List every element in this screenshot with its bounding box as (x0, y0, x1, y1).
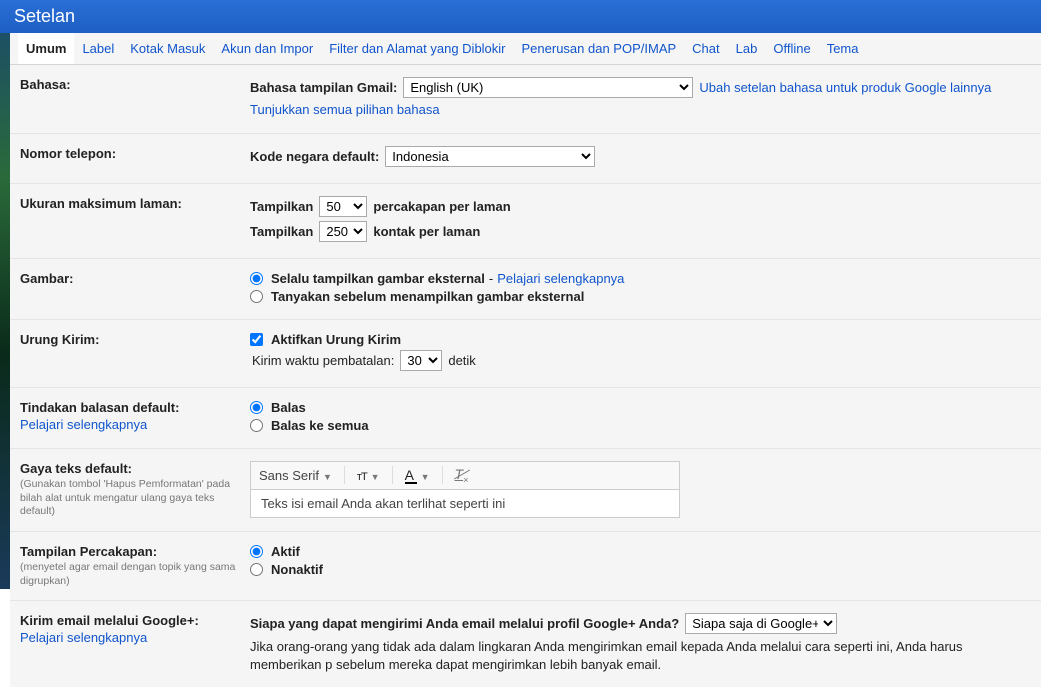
reply-all-radio[interactable] (250, 419, 263, 432)
undo-cancel-label: Kirim waktu pembatalan: (252, 353, 394, 368)
row-phone: Nomor telepon: Kode negara default: Indo… (10, 134, 1041, 184)
phone-country-select[interactable]: Indonesia (385, 146, 595, 167)
label-undo-send: Urung Kirim: (20, 332, 250, 375)
conversations-per-page-select[interactable]: 50 (319, 196, 367, 217)
row-undo-send: Urung Kirim: Aktifkan Urung Kirim Kirim … (10, 320, 1041, 388)
page-title: Setelan (14, 6, 75, 26)
tab-akun-dan-impor[interactable]: Akun dan Impor (213, 33, 321, 64)
label-page-size: Ukuran maksimum laman: (20, 196, 250, 246)
row-language: Bahasa: Bahasa tampilan Gmail: English (… (10, 65, 1041, 134)
background-strip (0, 0, 10, 589)
conversation-sub: (menyetel agar email dengan topik yang s… (20, 561, 240, 588)
row-google-plus: Kirim email melalui Google+: Pelajari se… (10, 601, 1041, 686)
undo-enable-label: Aktifkan Urung Kirim (271, 332, 401, 347)
text-style-preview: Teks isi email Anda akan terlihat sepert… (250, 490, 680, 518)
chevron-down-icon: ▼ (371, 472, 380, 482)
page-size-suffix2: kontak per laman (373, 224, 480, 239)
label-images: Gambar: (20, 271, 250, 307)
reply-radio[interactable] (250, 401, 263, 414)
font-size-button[interactable]: тT ▼ (357, 468, 380, 483)
images-learn-link[interactable]: Pelajari selengkapnya (497, 271, 624, 286)
row-conversation-view: Tampilan Percakapan: (menyetel agar emai… (10, 532, 1041, 601)
settings-tabs: UmumLabelKotak MasukAkun dan ImporFilter… (10, 33, 1041, 65)
tab-offline[interactable]: Offline (765, 33, 818, 64)
gplus-question: Siapa yang dapat mengirimi Anda email me… (250, 616, 679, 631)
tab-umum[interactable]: Umum (18, 33, 74, 64)
reply-learn-link[interactable]: Pelajari selengkapnya (20, 417, 240, 432)
page-size-suffix1: percakapan per laman (373, 199, 510, 214)
settings-body: Bahasa: Bahasa tampilan Gmail: English (… (10, 65, 1041, 687)
images-always-label: Selalu tampilkan gambar eksternal (271, 271, 485, 286)
language-show-all-link[interactable]: Tunjukkan semua pilihan bahasa (250, 102, 440, 117)
images-ask-radio[interactable] (250, 290, 263, 303)
images-always-radio[interactable] (250, 272, 263, 285)
page-size-show2: Tampilkan (250, 224, 313, 239)
tab-label[interactable]: Label (74, 33, 122, 64)
language-display-label: Bahasa tampilan Gmail: (250, 80, 397, 95)
conversation-on-label: Aktif (271, 544, 300, 559)
reply-all-label: Balas ke semua (271, 418, 369, 433)
row-default-reply: Tindakan balasan default: Pelajari selen… (10, 388, 1041, 449)
language-change-link[interactable]: Ubah setelan bahasa untuk produk Google … (699, 80, 991, 95)
label-google-plus: Kirim email melalui Google+: Pelajari se… (20, 613, 250, 674)
page-title-bar: Setelan (0, 0, 1041, 33)
row-text-style: Gaya teks default: (Gunakan tombol 'Hapu… (10, 449, 1041, 532)
label-text-style: Gaya teks default: (Gunakan tombol 'Hapu… (20, 461, 250, 519)
tab-chat[interactable]: Chat (684, 33, 727, 64)
images-ask-label: Tanyakan sebelum menampilkan gambar ekst… (271, 289, 584, 304)
gplus-description: Jika orang-orang yang tidak ada dalam li… (250, 638, 1031, 674)
page-size-show1: Tampilkan (250, 199, 313, 214)
undo-seconds-select[interactable]: 30 (400, 350, 442, 371)
font-color-button[interactable]: A▼ (405, 467, 430, 484)
label-conversation-view: Tampilan Percakapan: (menyetel agar emai… (20, 544, 250, 588)
row-images: Gambar: Selalu tampilkan gambar eksterna… (10, 259, 1041, 320)
text-style-sub: (Gunakan tombol 'Hapus Pemformatan' pada… (20, 478, 240, 519)
tab-penerusan-dan-pop/imap[interactable]: Penerusan dan POP/IMAP (514, 33, 685, 64)
chevron-down-icon: ▼ (421, 472, 430, 482)
tab-tema[interactable]: Tema (819, 33, 867, 64)
tab-filter-dan-alamat-yang-diblokir[interactable]: Filter dan Alamat yang Diblokir (321, 33, 513, 64)
font-family-button[interactable]: Sans Serif▼ (259, 468, 332, 483)
text-style-toolbar: Sans Serif▼ тT▼ A▼ T× (250, 461, 680, 490)
undo-suffix: detik (448, 353, 475, 368)
reply-label: Balas (271, 400, 306, 415)
gplus-who-select[interactable]: Siapa saja di Google+ (685, 613, 837, 634)
tab-kotak-masuk[interactable]: Kotak Masuk (122, 33, 213, 64)
conversation-off-radio[interactable] (250, 563, 263, 576)
gplus-learn-link[interactable]: Pelajari selengkapnya (20, 630, 240, 645)
tab-lab[interactable]: Lab (728, 33, 766, 64)
text-color-icon: A (405, 467, 417, 484)
phone-country-label: Kode negara default: (250, 149, 379, 164)
chevron-down-icon: ▼ (323, 472, 332, 482)
conversation-on-radio[interactable] (250, 545, 263, 558)
language-select[interactable]: English (UK) (403, 77, 693, 98)
label-default-reply: Tindakan balasan default: Pelajari selen… (20, 400, 250, 436)
contacts-per-page-select[interactable]: 250 (319, 221, 367, 242)
conversation-off-label: Nonaktif (271, 562, 323, 577)
label-phone: Nomor telepon: (20, 146, 250, 171)
row-page-size: Ukuran maksimum laman: Tampilkan 50 perc… (10, 184, 1041, 259)
undo-enable-checkbox[interactable] (250, 333, 263, 346)
text-size-icon: тT (357, 471, 367, 483)
label-language: Bahasa: (20, 77, 250, 121)
clear-formatting-button[interactable]: T× (455, 466, 469, 485)
